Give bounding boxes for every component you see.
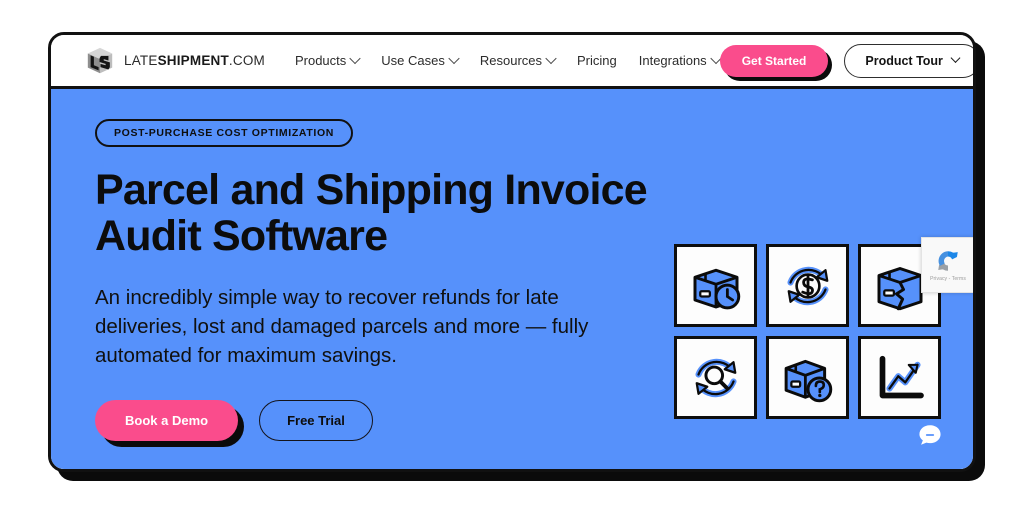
- hero-section: POST-PURCHASE COST OPTIMIZATION Parcel a…: [51, 89, 973, 469]
- nav-item-use-cases[interactable]: Use Cases: [381, 52, 460, 68]
- icon-tile-lost-package[interactable]: [766, 336, 849, 419]
- recaptcha-badge[interactable]: Privacy - Terms: [921, 237, 973, 293]
- brand-name: LATESHIPMENT.COM: [124, 53, 265, 68]
- icon-tile-audit-search[interactable]: [674, 336, 757, 419]
- chevron-down-icon: [950, 53, 961, 63]
- site-navbar: LATESHIPMENT.COM Products Use Cases Reso…: [51, 35, 973, 89]
- lost-package-question-icon: [780, 350, 836, 406]
- page-title: Parcel and Shipping Invoice Audit Softwa…: [95, 166, 648, 261]
- nav-item-label: Products: [294, 53, 347, 68]
- hero-badge[interactable]: POST-PURCHASE COST OPTIMIZATION: [95, 119, 354, 147]
- chat-widget-button[interactable]: [913, 420, 947, 454]
- hero-icon-grid: [674, 244, 941, 419]
- chevron-down-icon: [349, 52, 361, 64]
- nav-item-integrations[interactable]: Integrations: [638, 52, 722, 68]
- damaged-package-icon: [872, 258, 928, 314]
- refund-dollar-cycle-icon: [780, 258, 836, 314]
- nav-actions: Get Started Product Tour: [719, 43, 973, 78]
- icon-tile-late-delivery[interactable]: [674, 244, 757, 327]
- icon-tile-savings-chart[interactable]: [858, 336, 941, 419]
- book-a-demo-button[interactable]: Book a Demo: [95, 400, 239, 442]
- late-delivery-package-clock-icon: [688, 258, 744, 314]
- nav-item-label: Resources: [479, 53, 542, 68]
- browser-frame: LATESHIPMENT.COM Products Use Cases Reso…: [48, 32, 976, 472]
- nav-item-pricing[interactable]: Pricing: [577, 53, 617, 68]
- nav-item-resources[interactable]: Resources: [479, 52, 557, 68]
- chat-bubble-icon: [917, 422, 943, 453]
- get-started-button[interactable]: Get Started: [719, 44, 829, 77]
- nav-item-label: Use Cases: [381, 53, 445, 68]
- product-tour-label: Product Tour: [865, 53, 943, 68]
- brand-logo[interactable]: LATESHIPMENT.COM: [85, 46, 265, 76]
- nav-item-label: Pricing: [577, 53, 617, 68]
- audit-magnifier-refresh-icon: [688, 350, 744, 406]
- chevron-down-icon: [448, 52, 460, 64]
- nav-links: Products Use Cases Resources Pricing Int…: [294, 52, 722, 68]
- chevron-down-icon: [545, 52, 557, 64]
- recaptcha-privacy-terms-label[interactable]: Privacy - Terms: [930, 276, 966, 282]
- hero-subheading: An incredibly simple way to recover refu…: [95, 285, 589, 368]
- nav-item-label: Integrations: [638, 53, 707, 68]
- icon-tile-refund[interactable]: [766, 244, 849, 327]
- recaptcha-icon: [935, 248, 961, 274]
- savings-analytics-chart-icon: [872, 350, 928, 406]
- free-trial-button[interactable]: Free Trial: [259, 400, 373, 442]
- product-tour-button[interactable]: Product Tour: [844, 43, 973, 78]
- ls-cube-logo-icon: [85, 46, 115, 76]
- nav-item-products[interactable]: Products: [294, 52, 361, 68]
